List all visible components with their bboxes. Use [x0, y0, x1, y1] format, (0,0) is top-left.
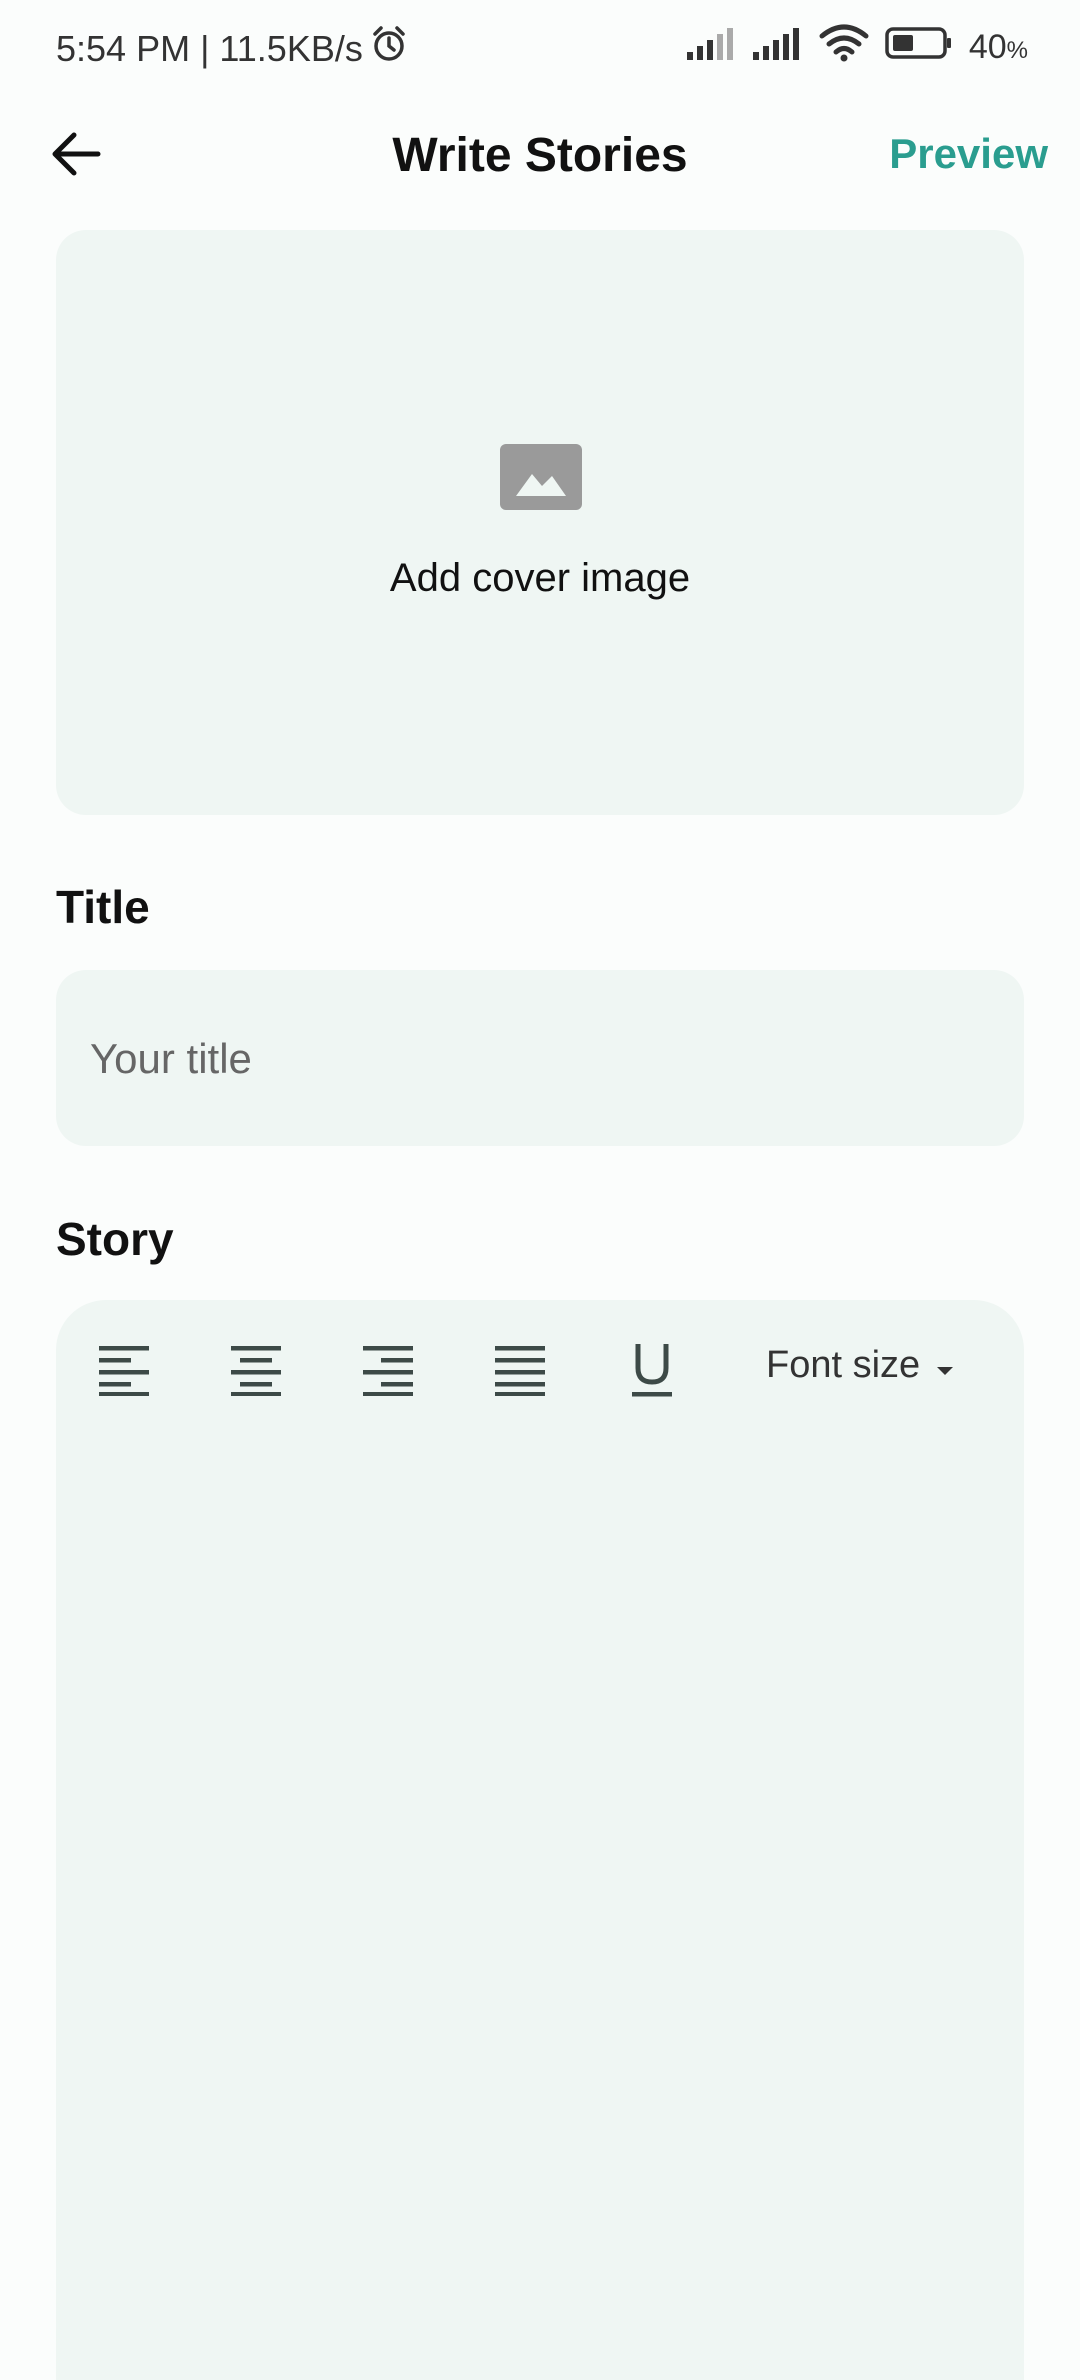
align-right-icon — [361, 1344, 415, 1401]
title-section-label: Title — [56, 881, 150, 933]
status-time: 5:54 PM | 11.5KB/s — [56, 27, 363, 69]
battery-unit: % — [1006, 37, 1028, 64]
underline-button[interactable] — [616, 1336, 688, 1408]
app-header: Write Stories Preview — [0, 110, 1080, 200]
formatting-toolbar: Font size — [56, 1330, 1024, 1440]
title-input[interactable] — [88, 970, 992, 1148]
signal-icon — [686, 26, 737, 69]
image-icon — [500, 444, 582, 510]
title-field[interactable] — [56, 970, 1024, 1148]
signal-icon — [752, 26, 803, 69]
align-right-button[interactable] — [352, 1336, 424, 1408]
font-size-dropdown[interactable]: Font size — [766, 1344, 954, 1387]
battery-icon — [885, 26, 953, 69]
align-center-icon — [229, 1344, 283, 1401]
story-section-label: Story — [56, 1213, 174, 1265]
align-center-button[interactable] — [220, 1336, 292, 1408]
font-size-label: Font size — [766, 1344, 921, 1386]
status-right: 40% — [686, 24, 1028, 71]
alarm-icon — [369, 24, 409, 73]
preview-button[interactable]: Preview — [889, 130, 1048, 178]
align-justify-icon — [493, 1344, 547, 1401]
underline-icon — [630, 1342, 674, 1403]
add-cover-image-label: Add cover image — [389, 556, 691, 600]
wifi-icon — [819, 24, 869, 71]
status-left: 5:54 PM | 11.5KB/s — [56, 24, 409, 73]
battery-value: 40 — [968, 28, 1007, 66]
story-editor: Font size — [56, 1300, 1024, 2380]
align-left-icon — [97, 1344, 151, 1401]
align-justify-button[interactable] — [484, 1336, 556, 1408]
add-cover-image-button[interactable]: Add cover image — [56, 230, 1024, 815]
caret-down-icon — [936, 1344, 954, 1387]
battery-level: 40% — [969, 28, 1028, 67]
status-bar: 5:54 PM | 11.5KB/s 40% — [0, 0, 1080, 100]
align-left-button[interactable] — [88, 1336, 160, 1408]
story-input[interactable] — [88, 1450, 996, 2354]
